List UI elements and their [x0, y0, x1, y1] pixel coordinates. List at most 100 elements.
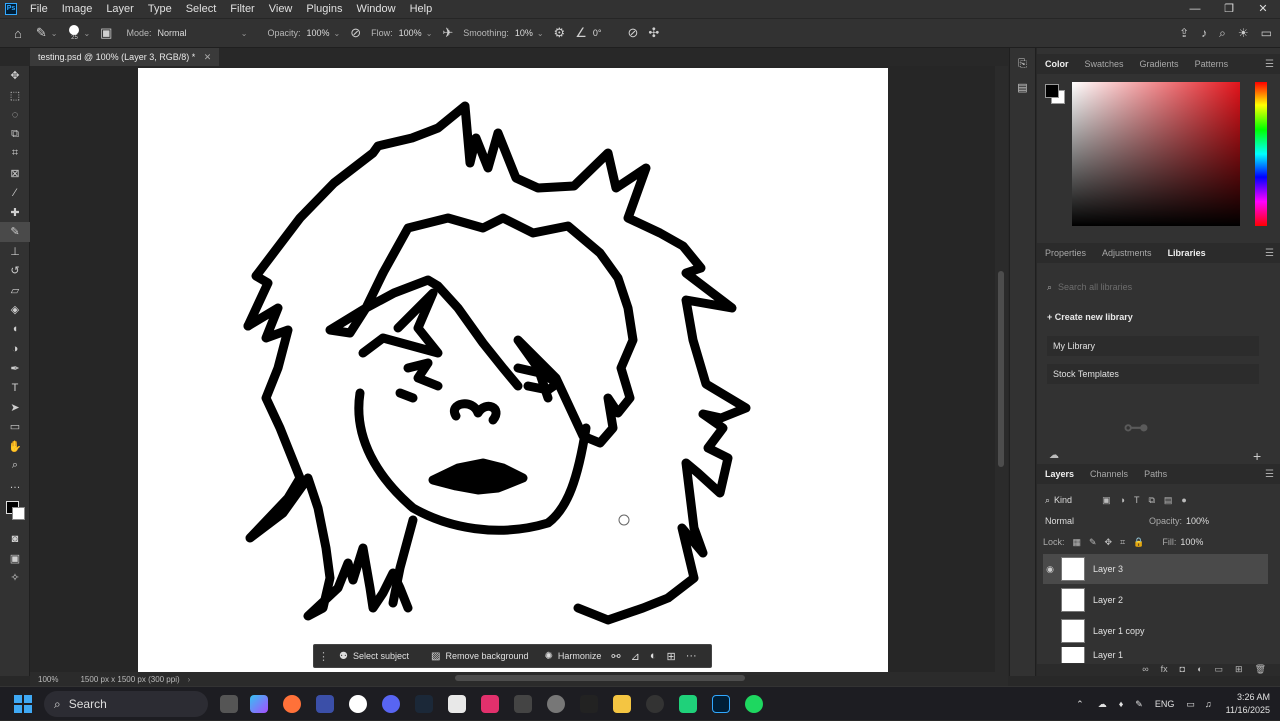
blend-mode-dropdown[interactable]: Normal: [1045, 516, 1135, 526]
notifications-icon[interactable]: ♪: [1201, 26, 1207, 41]
tab-properties[interactable]: Properties: [1037, 248, 1094, 258]
brush-tool-icon[interactable]: ✎: [0, 222, 30, 242]
app-icon[interactable]: [514, 695, 532, 713]
airbrush-icon[interactable]: ✈: [442, 25, 453, 41]
copilot-icon[interactable]: [250, 695, 268, 713]
menu-layer[interactable]: Layer: [99, 3, 141, 15]
new-layer-icon[interactable]: ⊞: [1235, 664, 1243, 676]
clone-stamp-tool-icon[interactable]: ⊥: [0, 242, 30, 262]
hand-tool-icon[interactable]: ✋: [0, 437, 30, 457]
tab-color[interactable]: Color: [1037, 59, 1077, 69]
smoothing-settings-icon[interactable]: ⚙: [554, 25, 566, 41]
adjustment-layer-icon[interactable]: ◐: [650, 650, 657, 662]
pen-tool-icon[interactable]: ✒: [0, 359, 30, 379]
chevron-down-icon[interactable]: ⌄: [426, 29, 433, 38]
store-icon[interactable]: [448, 695, 466, 713]
layer-filter-icons[interactable]: ▣◑T⧉▤●: [1102, 495, 1196, 506]
task-view-icon[interactable]: [220, 695, 238, 713]
create-new-library-button[interactable]: + Create new library: [1047, 312, 1133, 322]
app-icon[interactable]: [481, 695, 499, 713]
discord-icon[interactable]: [382, 695, 400, 713]
generative-icon[interactable]: ✧: [0, 568, 30, 588]
flow-input[interactable]: 100%: [399, 28, 422, 38]
clock[interactable]: 3:26 AM 11/16/2025: [1226, 691, 1270, 717]
photoshop-taskbar-icon[interactable]: [712, 695, 730, 713]
settings-icon[interactable]: [547, 695, 565, 713]
cloud-icon[interactable]: ☁: [1098, 699, 1107, 710]
history-brush-tool-icon[interactable]: ↺: [0, 261, 30, 281]
document-canvas[interactable]: [138, 68, 888, 672]
vertical-scroll-thumb[interactable]: [998, 271, 1004, 467]
minimize-icon[interactable]: —: [1178, 0, 1212, 18]
foreground-color-swatch[interactable]: [1045, 84, 1059, 98]
zoom-tool-icon[interactable]: ⌕: [0, 456, 30, 476]
file-explorer-icon[interactable]: [613, 695, 631, 713]
fx-icon[interactable]: fx: [1161, 664, 1168, 676]
close-icon[interactable]: ✕: [1246, 0, 1280, 18]
history-panel-icon[interactable]: ⎘: [1010, 58, 1035, 71]
tab-channels[interactable]: Channels: [1082, 469, 1136, 479]
volume-icon[interactable]: ♫: [1205, 699, 1212, 709]
tab-layers[interactable]: Layers: [1037, 469, 1082, 479]
app-icon[interactable]: [349, 695, 367, 713]
layer-row[interactable]: Layer 1 copy: [1043, 616, 1268, 646]
eye-icon[interactable]: ◉: [1043, 564, 1057, 575]
menu-view[interactable]: View: [262, 3, 300, 15]
share-icon[interactable]: ⇪: [1179, 26, 1189, 41]
document-tab[interactable]: testing.psd @ 100% (Layer 3, RGB/8) * ✕: [30, 48, 220, 66]
tab-libraries[interactable]: Libraries: [1160, 248, 1214, 258]
more-options-icon[interactable]: ···: [686, 650, 697, 662]
symmetry-icon[interactable]: ✣: [648, 25, 659, 41]
angle-input[interactable]: 0°: [593, 28, 602, 38]
marquee-tool-icon[interactable]: ⬚: [0, 86, 30, 106]
pen-icon[interactable]: ✎: [1135, 699, 1143, 710]
menu-filter[interactable]: Filter: [223, 3, 261, 15]
adjust-icon[interactable]: ⚯: [611, 650, 620, 663]
mode-dropdown[interactable]: Normal ⌄: [157, 26, 247, 40]
tab-adjustments[interactable]: Adjustments: [1094, 248, 1160, 258]
search-icon[interactable]: ⌕: [1219, 26, 1226, 41]
path-selection-tool-icon[interactable]: ➤: [0, 398, 30, 418]
windows-start-icon[interactable]: [14, 695, 32, 713]
mask-icon[interactable]: ⊞: [667, 650, 676, 663]
tab-gradients[interactable]: Gradients: [1132, 59, 1187, 69]
paint-bucket-tool-icon[interactable]: ◈: [0, 300, 30, 320]
layer-row[interactable]: Layer 1: [1043, 647, 1268, 663]
pressure-opacity-icon[interactable]: ⊘: [350, 25, 361, 41]
language-indicator[interactable]: ENG: [1155, 699, 1175, 709]
pressure-size-icon[interactable]: ⊘: [627, 25, 638, 41]
more-tools-icon[interactable]: …: [0, 476, 30, 496]
discover-icon[interactable]: ☀: [1238, 26, 1249, 41]
tab-paths[interactable]: Paths: [1136, 469, 1175, 479]
frame-tool-icon[interactable]: ⊠: [0, 164, 30, 184]
panel-menu-icon[interactable]: ☰: [1265, 59, 1274, 70]
smoothing-input[interactable]: 10%: [515, 28, 533, 38]
background-color-swatch[interactable]: [12, 507, 25, 520]
type-tool-icon[interactable]: T: [0, 378, 30, 398]
home-icon[interactable]: ⌂: [14, 26, 22, 41]
crop-tool-icon[interactable]: ⌗: [0, 144, 30, 164]
brush-size-picker[interactable]: 25: [69, 25, 80, 41]
move-tool-icon[interactable]: ✥: [0, 66, 30, 86]
select-subject-button[interactable]: ⚉ Select subject: [339, 651, 409, 662]
workspace-icon[interactable]: ▭: [1261, 26, 1272, 41]
chevron-down-icon[interactable]: ⌄: [334, 29, 341, 38]
blur-tool-icon[interactable]: ◖: [0, 320, 30, 340]
layer-row[interactable]: ◉ Layer 3: [1043, 554, 1268, 584]
close-tab-icon[interactable]: ✕: [204, 52, 212, 62]
hue-slider[interactable]: [1255, 82, 1267, 226]
horizontal-scroll-thumb[interactable]: [455, 675, 745, 681]
firefox-icon[interactable]: [283, 695, 301, 713]
library-item[interactable]: My Library: [1047, 336, 1259, 356]
eraser-tool-icon[interactable]: ▱: [0, 281, 30, 301]
layer-opacity-input[interactable]: 100%: [1186, 516, 1209, 526]
menu-image[interactable]: Image: [55, 3, 100, 15]
link-layers-icon[interactable]: ∞: [1142, 664, 1148, 676]
dodge-tool-icon[interactable]: ◑: [0, 339, 30, 359]
trash-icon[interactable]: 🗑: [1255, 664, 1266, 676]
library-search-input[interactable]: ⌕ Search all libraries: [1043, 278, 1274, 296]
object-selection-tool-icon[interactable]: ⧉: [0, 125, 30, 145]
screen-mode-icon[interactable]: ▣: [0, 549, 30, 569]
tab-patterns[interactable]: Patterns: [1187, 59, 1237, 69]
panel-menu-icon[interactable]: ☰: [1265, 469, 1274, 480]
